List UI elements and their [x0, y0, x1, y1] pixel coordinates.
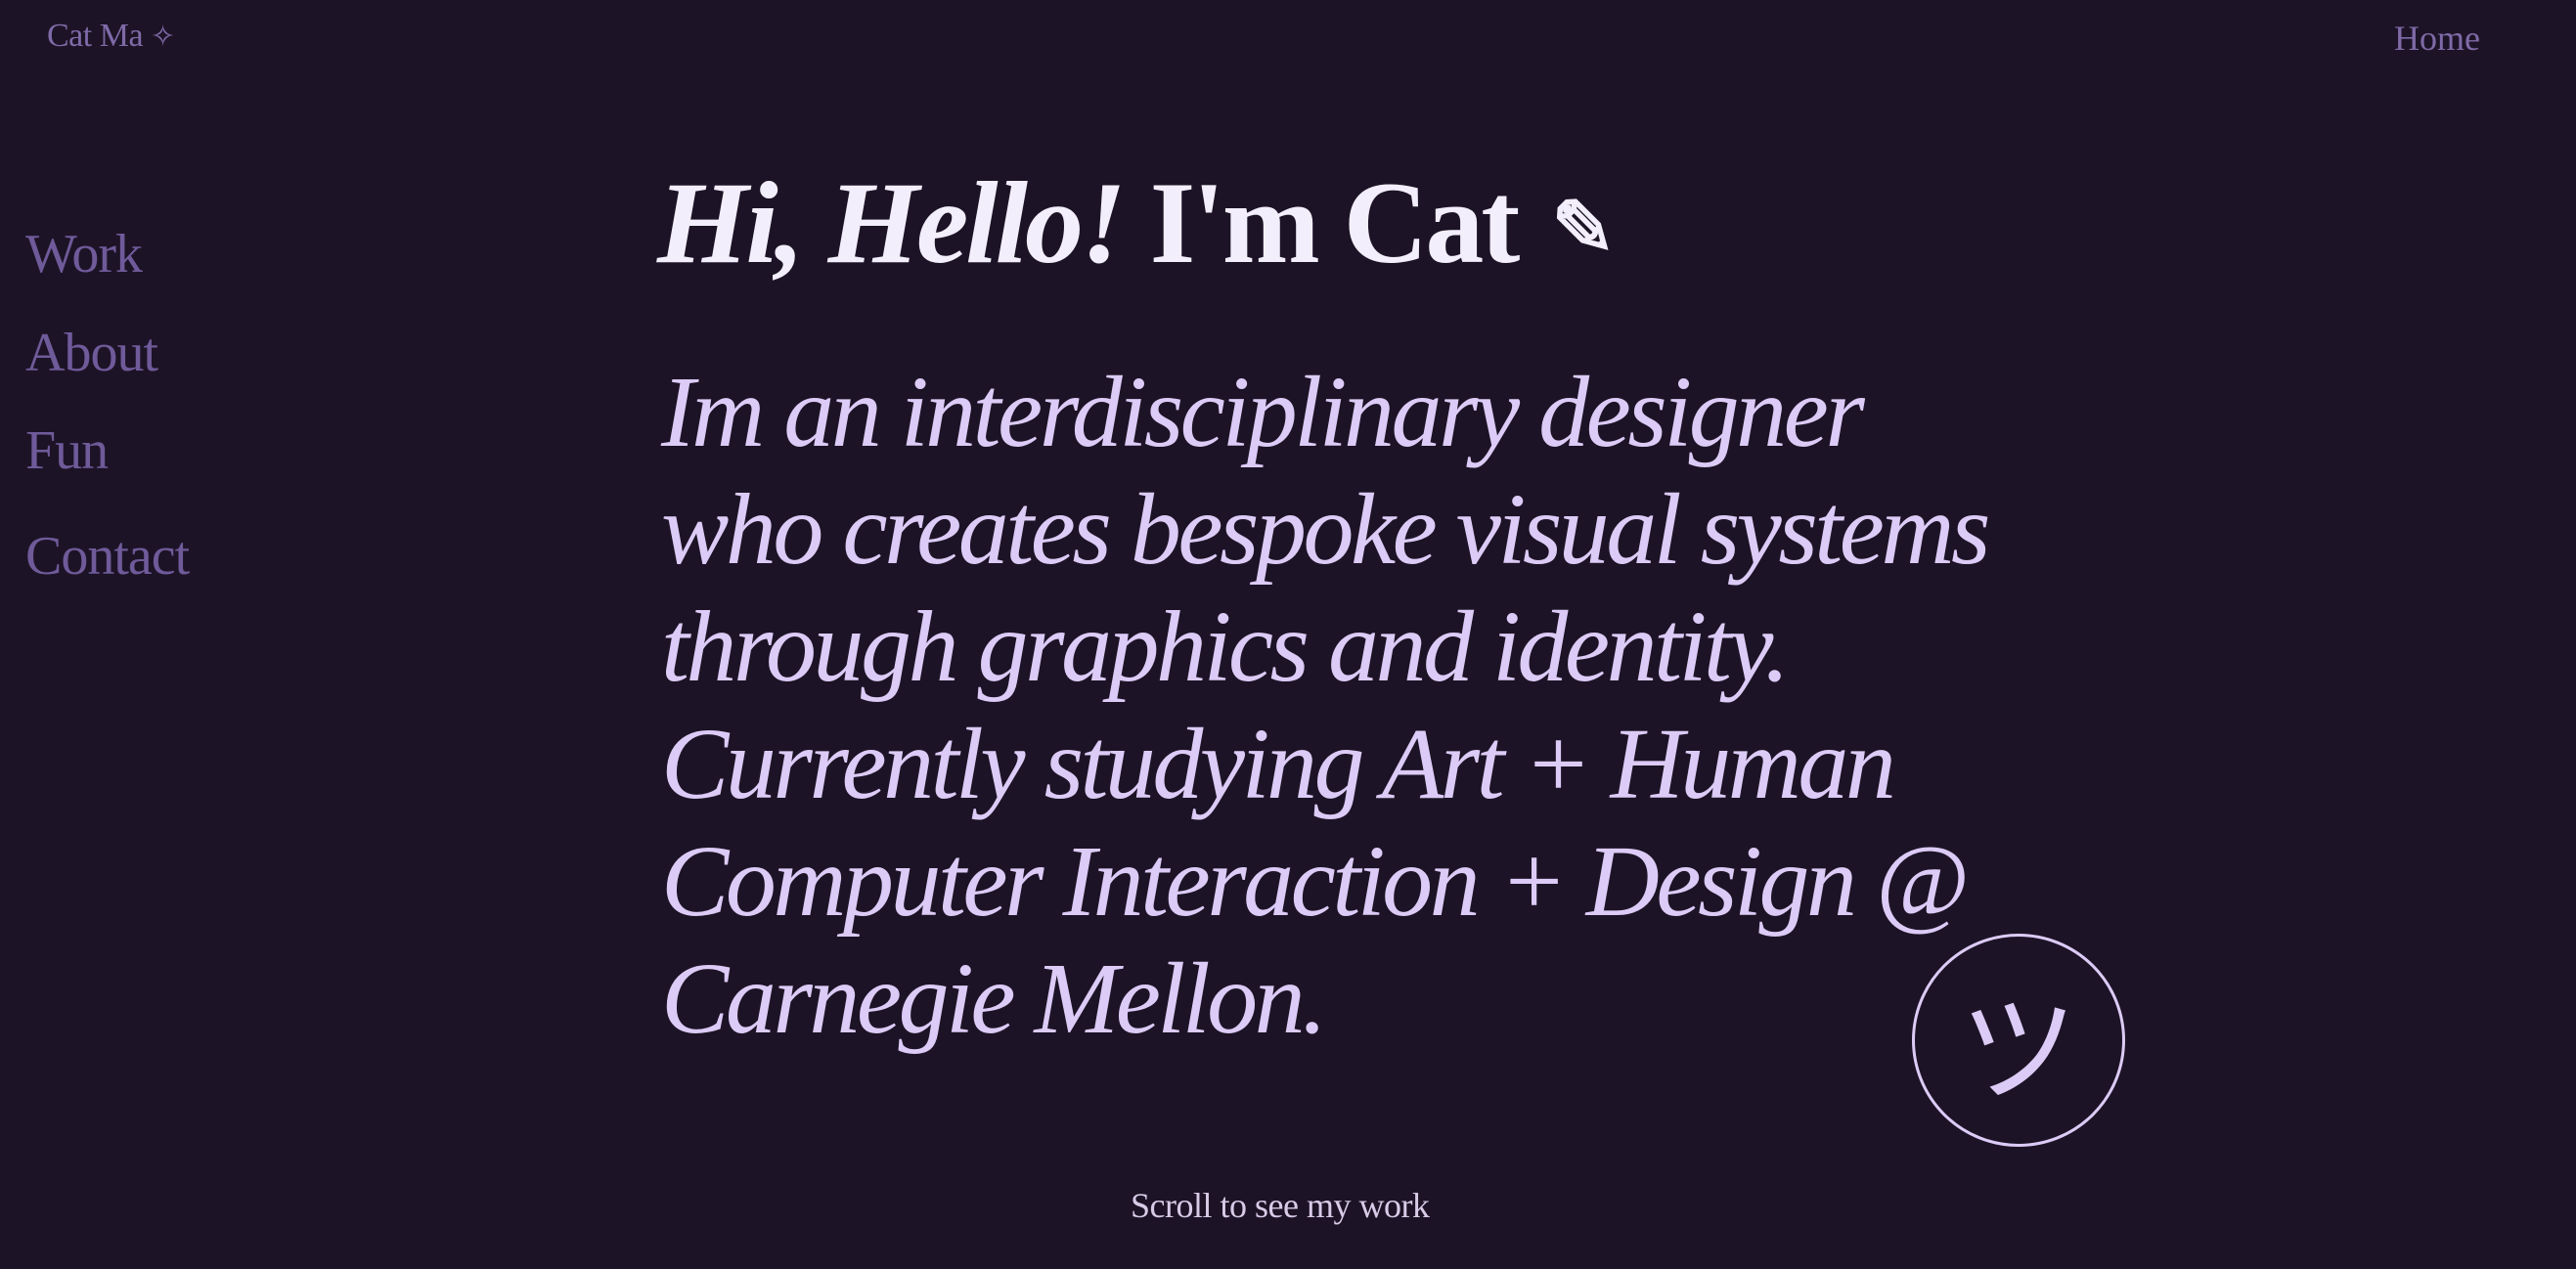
nav-item-contact[interactable]: Contact — [25, 529, 190, 584]
intro-line: Carnegie Mellon. — [661, 942, 1327, 1055]
portfolio-page: Cat Ma ✧ Home Work About Fun Contact Hi,… — [0, 0, 2576, 1269]
scroll-hint[interactable]: Scroll to see my work — [1131, 1185, 1430, 1226]
smiley-icon: ツ — [1960, 984, 2077, 1119]
smiley-button[interactable]: ツ — [1912, 934, 2125, 1147]
nav-item-about[interactable]: About — [25, 326, 189, 380]
intro-paragraph: Im an interdisciplinary designer who cre… — [661, 354, 1991, 1058]
hero-headline: Hi, Hello! I'm Cat ✎ — [657, 164, 1616, 282]
intro-line: Computer Interaction + Design @ — [661, 825, 1970, 938]
intro-line: who creates bespoke visual systems — [661, 473, 1990, 586]
nav-item-fun[interactable]: Fun — [25, 423, 189, 478]
home-link[interactable]: Home — [2394, 18, 2480, 59]
intro-line: Im an interdisciplinary designer — [661, 356, 1865, 468]
intro-line: through graphics and identity. — [661, 591, 1790, 703]
side-nav: Work About Fun Contact — [25, 227, 190, 584]
sparkle-icon: ✧ — [151, 20, 175, 53]
greeting-text: Hi, Hello! — [657, 157, 1127, 287]
nav-item-work[interactable]: Work — [25, 227, 189, 282]
brand-name: Cat Ma — [47, 18, 144, 54]
name-text: I'm Cat — [1123, 157, 1521, 287]
intro-line: Currently studying Art + Human — [661, 708, 1896, 820]
brand-logo[interactable]: Cat Ma ✧ — [47, 18, 175, 55]
pencil-icon: ✎ — [1551, 186, 1615, 272]
